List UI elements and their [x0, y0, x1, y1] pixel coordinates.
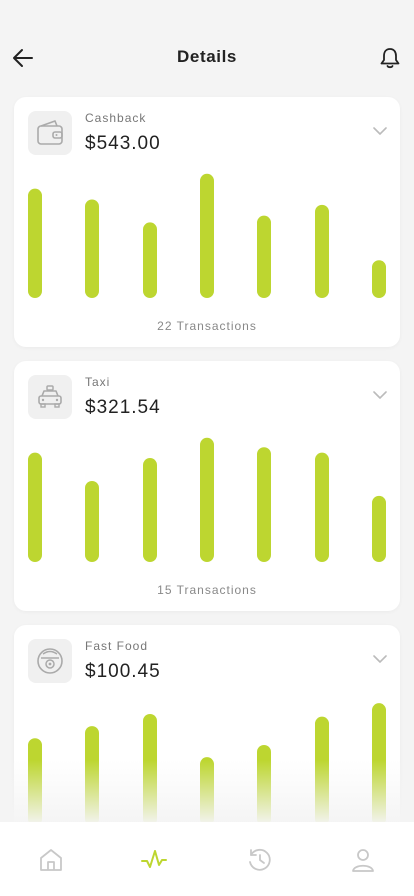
spending-bar — [143, 713, 157, 826]
spending-bar — [200, 437, 214, 562]
activity-icon[interactable] — [140, 846, 168, 874]
bell-icon[interactable] — [376, 44, 404, 72]
spending-bar — [257, 215, 271, 298]
category-card-cashback[interactable]: Cashback $543.00 22 Transactions — [14, 97, 400, 347]
spending-bar — [372, 260, 386, 298]
spending-bar — [372, 495, 386, 562]
spending-bar — [85, 199, 99, 298]
spending-bar — [315, 716, 329, 826]
transaction-count: 22 Transactions — [157, 319, 257, 333]
spending-bar — [372, 703, 386, 826]
spending-bar — [200, 757, 214, 826]
spending-bar — [28, 452, 42, 562]
spending-bars — [28, 173, 386, 298]
spending-bar — [315, 204, 329, 298]
category-card-taxi[interactable]: Taxi $321.54 15 Transactions — [14, 361, 400, 611]
spending-bars — [28, 437, 386, 562]
history-icon[interactable] — [246, 846, 274, 874]
spending-bar — [143, 222, 157, 298]
spending-bar — [28, 188, 42, 298]
spending-bar — [257, 745, 271, 826]
header: Details — [0, 0, 414, 96]
spending-bar — [257, 447, 271, 562]
page-title: Details — [177, 47, 237, 66]
home-icon[interactable] — [37, 846, 65, 874]
spending-bar — [143, 458, 157, 562]
spending-bar — [85, 726, 99, 826]
spending-bar — [28, 738, 42, 826]
spending-bar — [315, 452, 329, 562]
spending-bars — [28, 703, 386, 826]
profile-icon[interactable] — [349, 846, 377, 874]
bottom-tab-bar — [0, 822, 414, 896]
spending-bar — [85, 481, 99, 562]
transaction-count: 15 Transactions — [157, 583, 257, 597]
spending-bar — [200, 173, 214, 298]
